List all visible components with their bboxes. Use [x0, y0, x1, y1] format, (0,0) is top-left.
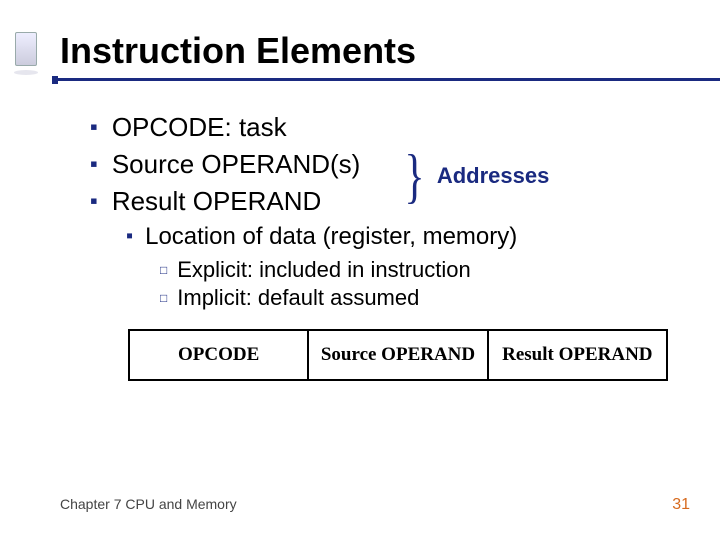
sub-bullet-list: Location of data (register, memory) [126, 223, 690, 251]
instruction-format-diagram: OPCODE Source OPERAND Result OPERAND [128, 329, 668, 381]
bullet-text: Implicit: default assumed [177, 285, 419, 311]
slide: Instruction Elements OPCODE: task Source… [0, 0, 720, 540]
bullet-text: OPCODE: task [112, 112, 287, 143]
brace-label: Addresses [437, 163, 550, 189]
subsub-bullet-explicit: Explicit: included in instruction [160, 257, 690, 283]
title-block: Instruction Elements [60, 30, 690, 82]
chapter-label: Chapter 7 CPU and Memory [60, 496, 237, 512]
bullet-text: Result OPERAND [112, 186, 322, 217]
page-number: 31 [672, 496, 690, 514]
curly-brace-icon: } [404, 146, 424, 206]
subsub-bullet-implicit: Implicit: default assumed [160, 285, 690, 311]
icon-shadow [14, 70, 38, 75]
subsub-bullet-list: Explicit: included in instruction Implic… [160, 257, 690, 311]
computer-icon [15, 32, 37, 66]
bullet-text: Location of data (register, memory) [145, 223, 517, 251]
bullet-source-operand: Source OPERAND(s) [90, 149, 690, 180]
brace-annotation: } Addresses [400, 146, 549, 206]
bullet-text: Source OPERAND(s) [112, 149, 361, 180]
box-opcode: OPCODE [130, 331, 309, 379]
sub-bullet-location: Location of data (register, memory) [126, 223, 690, 251]
box-source-operand: Source OPERAND [309, 331, 488, 379]
bullet-text: Explicit: included in instruction [177, 257, 470, 283]
title-underline [52, 78, 690, 82]
bullet-opcode: OPCODE: task [90, 112, 690, 143]
slide-footer: Chapter 7 CPU and Memory 31 [60, 496, 690, 514]
slide-body: OPCODE: task Source OPERAND(s) Result OP… [90, 112, 690, 381]
slide-title: Instruction Elements [60, 30, 690, 72]
bullet-result-operand: Result OPERAND [90, 186, 690, 217]
decorative-side-icon [10, 32, 42, 75]
bullet-list: OPCODE: task Source OPERAND(s) Result OP… [90, 112, 690, 217]
box-result-operand: Result OPERAND [489, 331, 666, 379]
